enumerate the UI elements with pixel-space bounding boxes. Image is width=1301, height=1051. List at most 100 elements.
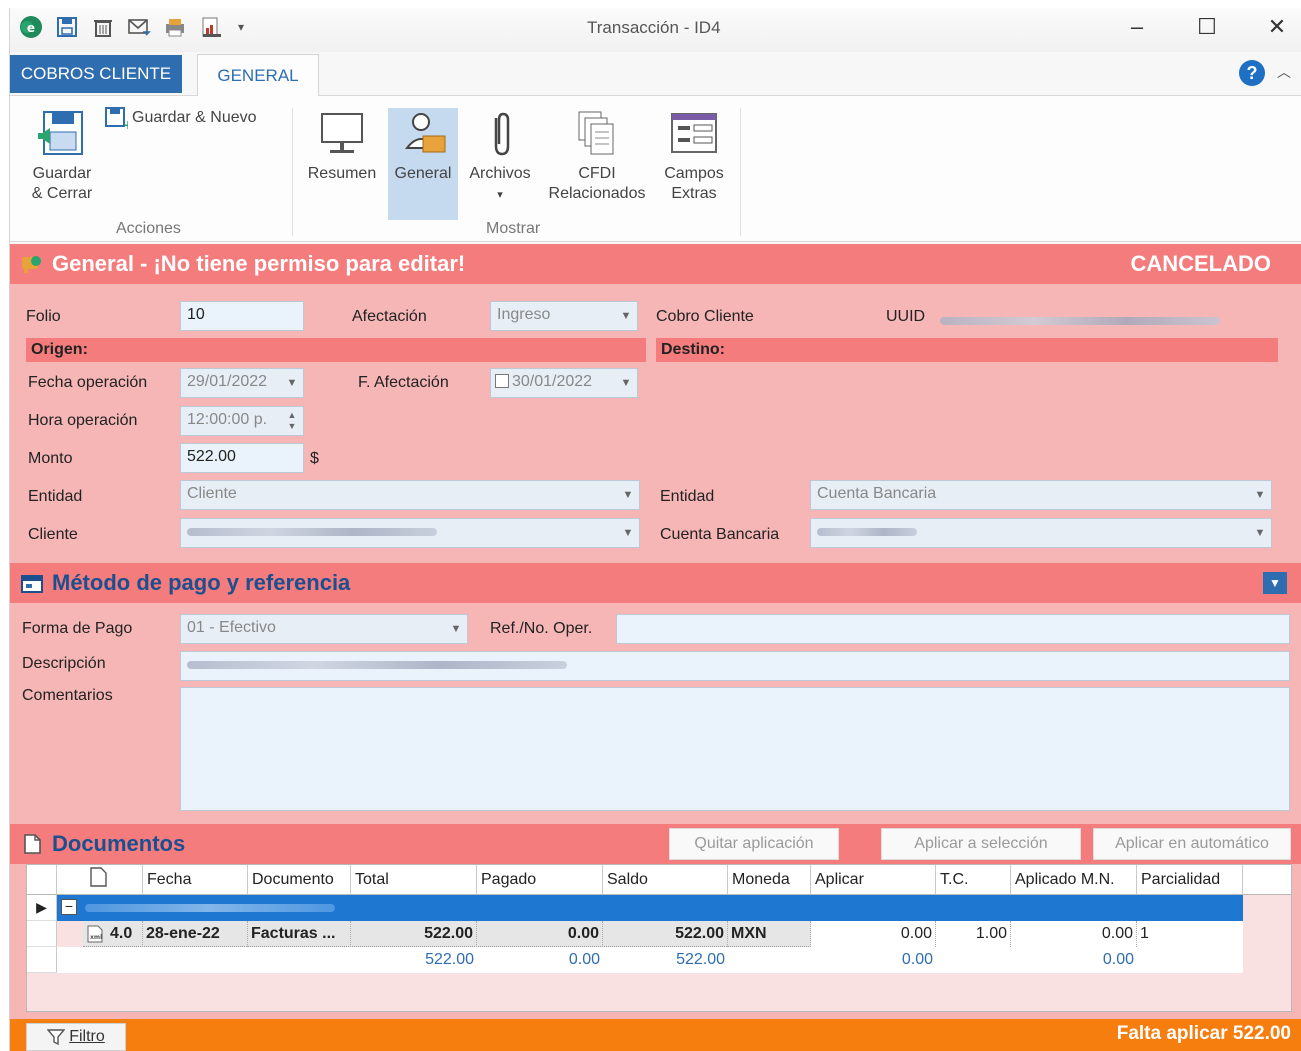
- monto-field[interactable]: 522.00: [180, 443, 304, 473]
- grid-column-pagado[interactable]: Pagado: [477, 865, 603, 895]
- quitar-aplicacion-button[interactable]: Quitar aplicación: [669, 828, 839, 860]
- cell-saldo: 522.00: [603, 921, 728, 947]
- tab-cobros-cliente[interactable]: COBROS CLIENTE: [10, 55, 182, 93]
- cfdi-relacionados-button[interactable]: CFDI Relacionados: [540, 108, 654, 204]
- grid-column-fecha[interactable]: Fecha: [143, 865, 248, 895]
- entidad-origen-select[interactable]: Cliente ▼: [180, 480, 640, 510]
- guardar-cerrar-label-1: Guardar: [32, 165, 92, 182]
- grid-column-aplicar[interactable]: Aplicar: [811, 865, 936, 895]
- cuenta-bancaria-select[interactable]: ▼: [810, 518, 1272, 548]
- descripcion-field[interactable]: [180, 651, 1290, 681]
- f-afectacion-value: 30/01/2022: [512, 373, 593, 390]
- cuenta-bancaria-value-redacted: [817, 527, 917, 536]
- maximize-icon[interactable]: ☐: [1193, 14, 1221, 40]
- grid-column-parcialidad[interactable]: Parcialidad: [1137, 865, 1243, 895]
- print-icon[interactable]: [162, 14, 188, 40]
- campos-label-2: Extras: [671, 185, 717, 202]
- f-afectacion-dropdown-chevron-down-icon[interactable]: ▼: [615, 369, 637, 397]
- campos-extras-button[interactable]: Campos Extras: [656, 108, 732, 204]
- save-icon[interactable]: [54, 14, 80, 40]
- close-icon[interactable]: ✕: [1263, 14, 1291, 40]
- grid-row-header-corner: [27, 865, 57, 895]
- grid-column-tc[interactable]: T.C.: [936, 865, 1011, 895]
- acciones-group-label: Acciones: [116, 220, 181, 237]
- cell-total: 522.00: [351, 921, 477, 947]
- paperclip-icon: [494, 112, 510, 156]
- grid-column-saldo[interactable]: Saldo: [603, 865, 728, 895]
- hora-operacion-spinner-icon[interactable]: ▲ ▼: [281, 407, 303, 435]
- customize-toolbar-chevron-down-icon[interactable]: ▾: [234, 14, 248, 40]
- folio-label: Folio: [26, 308, 61, 325]
- cliente-select[interactable]: ▼: [180, 518, 640, 548]
- aplicar-seleccion-button[interactable]: Aplicar a selección: [881, 828, 1081, 860]
- grid-column-documento[interactable]: Documento: [248, 865, 351, 895]
- documents-stack-icon: [578, 111, 614, 155]
- guardar-nuevo-button[interactable]: + Guardar & Nuevo: [104, 106, 257, 130]
- help-icon[interactable]: ?: [1239, 60, 1265, 86]
- app-logo-icon: e: [18, 14, 44, 40]
- tab-general[interactable]: GENERAL: [197, 54, 319, 97]
- aplicar-automatico-button[interactable]: Aplicar en automático: [1093, 828, 1291, 860]
- entidad-destino-dropdown-chevron-down-icon[interactable]: ▼: [1249, 481, 1271, 509]
- grid-column-total[interactable]: Total: [351, 865, 477, 895]
- window-title: Transacción - ID4: [587, 18, 721, 37]
- entidad-origen-dropdown-chevron-down-icon[interactable]: ▼: [617, 481, 639, 509]
- uuid-label: UUID: [886, 308, 926, 325]
- comentarios-textarea[interactable]: [180, 687, 1290, 811]
- minimize-icon[interactable]: –: [1123, 14, 1151, 40]
- summary-aplicar: 0.00: [901, 951, 933, 968]
- resumen-button[interactable]: Resumen: [304, 108, 380, 184]
- report-icon[interactable]: [198, 14, 224, 40]
- filter-label: Filtro: [69, 1028, 105, 1045]
- ref-field[interactable]: [616, 614, 1290, 644]
- table-row[interactable]: xml 4.0 28-ene-22 Facturas ... 522.00 0.…: [83, 921, 1243, 947]
- cliente-dropdown-chevron-down-icon[interactable]: ▼: [617, 519, 639, 547]
- svg-text:xml: xml: [90, 934, 102, 941]
- forma-pago-select[interactable]: 01 - Efectivo ▼: [180, 614, 468, 644]
- f-afectacion-field[interactable]: 30/01/2022 ▼: [490, 368, 638, 398]
- filter-button[interactable]: Filtro: [26, 1023, 126, 1051]
- ribbon-separator: [740, 108, 741, 236]
- cuenta-bancaria-dropdown-chevron-down-icon[interactable]: ▼: [1249, 519, 1271, 547]
- collapse-group-minus-icon[interactable]: −: [61, 899, 77, 915]
- afectacion-value: Ingreso: [497, 306, 551, 323]
- row-indicator-arrow-icon[interactable]: ▶: [27, 895, 57, 921]
- cuenta-bancaria-label: Cuenta Bancaria: [660, 526, 780, 543]
- general-button[interactable]: General: [388, 108, 458, 220]
- forma-pago-value: 01 - Efectivo: [187, 619, 276, 636]
- afectacion-dropdown-chevron-down-icon[interactable]: ▼: [615, 302, 637, 330]
- archivos-button[interactable]: Archivos ▾: [462, 108, 538, 205]
- campos-label-1: Campos: [664, 165, 724, 182]
- grid-column-moneda[interactable]: Moneda: [728, 865, 811, 895]
- general-section-header: General - ¡No tiene permiso para editar!…: [10, 244, 1301, 284]
- grid-column-aplicado-mn[interactable]: Aplicado M.N.: [1011, 865, 1137, 895]
- cell-documento: Facturas ...: [248, 921, 351, 947]
- f-afectacion-checkbox[interactable]: [495, 374, 509, 388]
- collapse-ribbon-chevron-up-icon[interactable]: ︿: [1277, 62, 1291, 82]
- grid-column-doc-icon[interactable]: [57, 865, 143, 895]
- cell-tc[interactable]: 1.00: [936, 921, 1011, 947]
- fecha-operacion-field[interactable]: 29/01/2022 ▼: [180, 368, 304, 398]
- afectacion-select[interactable]: Ingreso ▼: [490, 301, 638, 331]
- cell-aplicar[interactable]: 0.00: [811, 921, 936, 947]
- group-row[interactable]: −: [57, 895, 1243, 921]
- guardar-cerrar-label-2: & Cerrar: [31, 185, 93, 202]
- quick-access-toolbar: e ▾: [18, 14, 248, 40]
- save-close-icon: [38, 111, 83, 155]
- fecha-operacion-dropdown-chevron-down-icon[interactable]: ▼: [281, 369, 303, 397]
- cell-version: 4.0: [110, 925, 133, 942]
- forma-pago-dropdown-chevron-down-icon[interactable]: ▼: [445, 615, 467, 643]
- metodo-section-collapse-chevron-down-icon[interactable]: ▼: [1263, 572, 1287, 594]
- email-icon[interactable]: [126, 14, 152, 40]
- guardar-cerrar-button[interactable]: Guardar & Cerrar: [22, 108, 102, 204]
- delete-icon[interactable]: [90, 14, 116, 40]
- archivos-dropdown-chevron-down-icon[interactable]: ▾: [497, 189, 503, 201]
- document-icon: [20, 832, 44, 856]
- summary-aplicado-mn: 0.00: [1102, 951, 1134, 968]
- destino-header: Destino:: [656, 338, 1278, 362]
- folio-field[interactable]: 10: [180, 301, 304, 331]
- entidad-destino-select[interactable]: Cuenta Bancaria ▼: [810, 480, 1272, 510]
- svg-text:e: e: [27, 21, 35, 35]
- resumen-label: Resumen: [307, 165, 377, 182]
- hora-operacion-field[interactable]: 12:00:00 p. ▲ ▼: [180, 406, 304, 436]
